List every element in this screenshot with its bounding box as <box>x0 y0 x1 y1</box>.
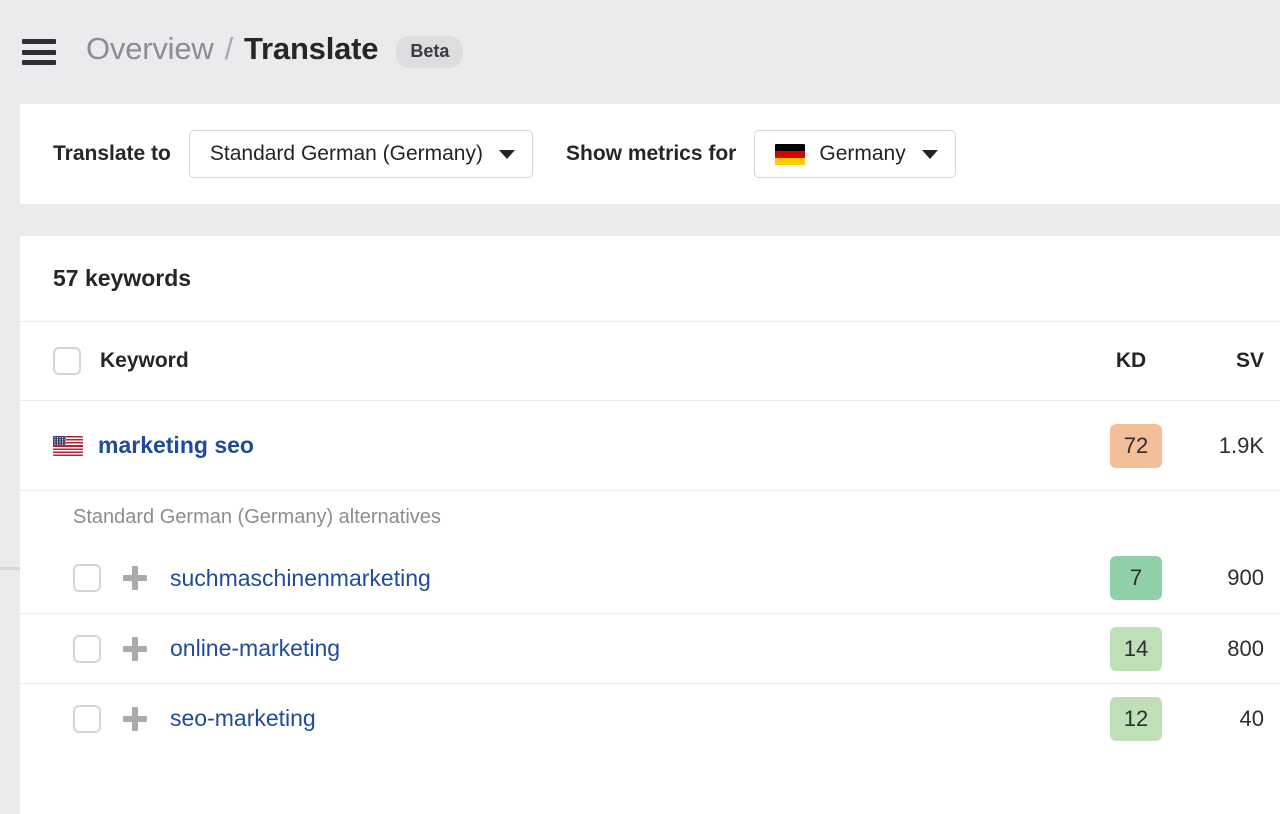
kd-badge: 72 <box>1110 424 1162 468</box>
beta-badge: Beta <box>396 36 463 68</box>
plus-icon[interactable] <box>123 566 147 590</box>
table-header-row: Keyword KD SV <box>20 321 1280 401</box>
alternative-keyword-link[interactable]: seo-marketing <box>170 705 316 732</box>
row-checkbox[interactable] <box>73 564 101 592</box>
alternative-keyword-link[interactable]: suchmaschinenmarketing <box>170 565 431 592</box>
column-header-kd: KD <box>1105 349 1157 373</box>
language-select-value: Standard German (Germany) <box>210 142 483 166</box>
breadcrumb-overview[interactable]: Overview <box>86 31 214 66</box>
sv-value: 40 <box>1174 706 1264 732</box>
sv-value: 800 <box>1174 636 1264 662</box>
flag-de-icon <box>775 144 805 165</box>
breadcrumb: Overview / Translate Beta <box>86 33 463 71</box>
column-header-sv: SV <box>1184 349 1264 373</box>
alternatives-label-row: Standard German (Germany) alternatives <box>20 490 1280 543</box>
alternative-row: online-marketing 14 800 <box>20 613 1280 683</box>
alternatives-list: suchmaschinenmarketing 7 900 online-marketi… <box>20 543 1280 753</box>
controls-bar: Translate to Standard German (Germany) S… <box>20 104 1280 204</box>
translate-to-label: Translate to <box>53 142 171 166</box>
chevron-down-icon <box>922 150 938 159</box>
sv-value: 1.9K <box>1174 433 1264 459</box>
kd-badge: 7 <box>1110 556 1162 600</box>
sv-value: 900 <box>1174 565 1264 591</box>
breadcrumb-separator: / <box>225 31 233 66</box>
results-panel: 57 keywords Keyword KD SV marketing seo … <box>20 236 1280 814</box>
hamburger-menu-icon[interactable] <box>22 39 56 65</box>
chevron-down-icon <box>499 150 515 159</box>
country-select[interactable]: Germany <box>754 130 955 178</box>
kd-badge: 14 <box>1110 627 1162 671</box>
plus-icon[interactable] <box>123 707 147 731</box>
country-select-value: Germany <box>819 142 905 166</box>
language-select[interactable]: Standard German (Germany) <box>189 130 533 178</box>
flag-us-icon <box>53 436 83 456</box>
page-title: Translate <box>244 31 378 66</box>
column-header-keyword: Keyword <box>100 349 189 373</box>
main-keyword-row: marketing seo 72 1.9K <box>20 401 1280 490</box>
row-checkbox[interactable] <box>73 705 101 733</box>
alternative-row: suchmaschinenmarketing 7 900 <box>20 543 1280 613</box>
keyword-count: 57 keywords <box>53 265 191 292</box>
sidebar-divider <box>0 567 20 570</box>
main-keyword-link[interactable]: marketing seo <box>98 432 254 459</box>
kd-badge: 12 <box>1110 697 1162 741</box>
results-header: 57 keywords <box>20 236 1280 321</box>
top-bar: Overview / Translate Beta <box>0 0 1280 104</box>
plus-icon[interactable] <box>123 637 147 661</box>
alternative-row: seo-marketing 12 40 <box>20 683 1280 753</box>
alternatives-label: Standard German (Germany) alternatives <box>73 506 441 529</box>
show-metrics-for-label: Show metrics for <box>566 142 736 166</box>
row-checkbox[interactable] <box>73 635 101 663</box>
app-page: Overview / Translate Beta Translate to Stan… <box>0 0 1280 814</box>
select-all-checkbox[interactable] <box>53 347 81 375</box>
alternative-keyword-link[interactable]: online-marketing <box>170 635 340 662</box>
